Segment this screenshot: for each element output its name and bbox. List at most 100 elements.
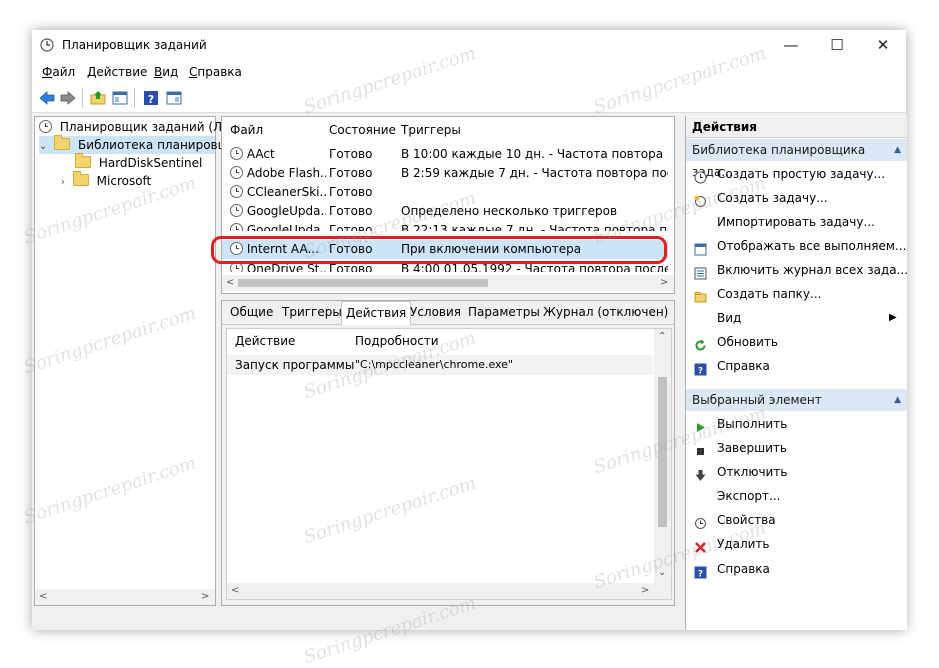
minimize-button[interactable]: — [768,30,814,60]
tab-journal[interactable]: Журнал (отключен) [539,301,672,323]
menu-help[interactable]: Справка [189,65,242,79]
tab-general[interactable]: Общие [226,301,277,323]
clock-icon [40,38,54,52]
action-create-simple-task[interactable]: Создать простую задачу... [686,162,907,186]
scroll-left-icon[interactable]: < [226,277,234,288]
collapse-up-icon[interactable]: ▲ [894,389,901,411]
action-view[interactable]: Вид ▶ [686,306,907,330]
action-delete[interactable]: Удалить [686,532,907,556]
close-button[interactable]: ✕ [860,30,906,60]
show-hide-pane-icon[interactable] [111,89,129,107]
action-end[interactable]: Завершить [686,436,907,460]
actions-list-horizontal-scrollbar[interactable]: < > [227,583,671,599]
tab-parameters[interactable]: Параметры [464,301,544,323]
menu-bar: Файл Действие Вид Справка [32,60,906,84]
help-icon: ? [694,360,707,377]
action-show-running[interactable]: Отображать все выполняем... [686,234,907,258]
column-header-state[interactable]: Состояние [329,123,396,137]
journal-icon [694,264,707,280]
scroll-right-icon[interactable]: > [201,591,209,602]
running-tasks-icon [694,240,707,256]
chevron-down-icon[interactable]: ⌄ [39,141,47,152]
help-icon[interactable]: ? [142,89,160,107]
column-header-details[interactable]: Подробности [355,334,439,348]
maximize-button[interactable]: ☐ [814,30,860,60]
action-help[interactable]: ? Справка [686,354,907,378]
column-header-file[interactable]: Файл [230,123,263,137]
actions-pane: Действия Библиотека планировщика зада...… [685,116,908,630]
delete-icon [694,538,707,553]
table-row[interactable]: GoogleUpda... Готово В 22:13 каждые 7 дн… [222,221,668,231]
action-import-task[interactable]: Импортировать задачу... [686,210,907,234]
task-details: Общие Триггеры Действия Условия Параметр… [221,300,675,606]
svg-text:?: ? [698,570,703,580]
tree-item-harddisksentinel[interactable]: HardDiskSentinel [75,153,202,172]
section-library[interactable]: Библиотека планировщика зада... ▲ [686,139,907,179]
scroll-right-icon[interactable]: > [641,585,649,596]
help-icon: ? [694,563,707,580]
scroll-left-icon[interactable]: < [39,591,47,602]
chevron-right-icon[interactable]: › [61,177,65,188]
action-properties[interactable]: Свойства [686,508,907,532]
collapse-up-icon[interactable]: ▲ [894,139,901,161]
clock-icon [39,120,52,133]
scroll-right-icon[interactable]: > [660,277,668,288]
scroll-left-icon[interactable]: < [231,585,239,596]
table-row[interactable]: Запуск программы "C:\mpccleaner\chrome.e… [227,355,653,375]
table-row[interactable]: Adobe Flash... Готово В 2:59 каждые 7 дн… [222,164,668,183]
menu-action[interactable]: Действие [87,65,147,79]
detail-tabs: Общие Триггеры Действия Условия Параметр… [222,301,674,325]
svg-text:?: ? [698,367,703,377]
action-disable[interactable]: Отключить [686,460,907,484]
action-create-task[interactable]: Создать задачу... [686,186,907,210]
submenu-arrow-icon: ▶ [889,312,897,323]
scroll-down-icon[interactable]: ⌄ [658,567,666,578]
folder-icon [72,171,89,186]
stop-icon [694,442,707,455]
navigation-tree: Планировщик заданий (Лок ⌄ Библиотека пл… [34,116,237,606]
clock-icon [230,185,243,198]
column-header-triggers[interactable]: Триггеры [401,123,461,137]
action-create-folder[interactable]: Создать папку... [686,282,907,306]
column-header-action[interactable]: Действие [235,334,295,348]
actions-list-vertical-scrollbar[interactable]: ⌃ ⌄ [654,329,671,583]
show-hide-action-pane-icon[interactable] [165,89,183,107]
scroll-thumb[interactable] [658,377,667,527]
actions-pane-title: Действия [686,116,907,138]
action-export[interactable]: Экспорт... [686,484,907,508]
menu-file[interactable]: Файл [42,65,75,79]
action-refresh[interactable]: Обновить [686,330,907,354]
tree-horizontal-scrollbar[interactable]: < > [35,589,215,605]
table-row[interactable]: CCleanerSki... Готово [222,183,668,202]
back-arrow-icon[interactable] [38,89,56,107]
properties-icon [694,514,707,529]
tree-root[interactable]: Планировщик заданий (Лок [39,118,237,136]
folder-icon [54,135,71,150]
disable-icon [694,466,707,481]
tree-library[interactable]: ⌄ Библиотека планировщ [39,135,229,154]
forward-arrow-icon[interactable] [59,89,77,107]
scroll-up-icon[interactable]: ⌃ [658,331,666,342]
section-selected-item[interactable]: Выбранный элемент ▲ [686,389,907,411]
tab-conditions[interactable]: Условия [406,301,465,323]
menu-view[interactable]: Вид [154,65,178,79]
action-run[interactable]: Выполнить [686,412,907,436]
clock-icon [230,166,243,179]
table-row[interactable]: AAct Готово В 10:00 каждые 10 дн. - Част… [222,145,668,164]
new-folder-icon [694,288,707,303]
task-list: Файл Состояние Триггеры AAct Готово В 10… [221,116,675,294]
table-row[interactable]: GoogleUpda... Готово Определено нескольк… [222,202,668,221]
title-bar: Планировщик заданий — ☐ ✕ [32,30,906,60]
svg-text:?: ? [148,93,154,106]
up-folder-icon[interactable] [89,89,107,107]
action-enable-journal[interactable]: Включить журнал всех зада... [686,258,908,282]
scroll-thumb[interactable] [238,279,488,287]
task-list-horizontal-scrollbar[interactable]: < > [222,275,674,291]
tree-item-microsoft[interactable]: › Microsoft [61,171,151,190]
tab-actions[interactable]: Действия [341,301,412,325]
action-help-selected[interactable]: ? Справка [686,557,907,581]
tab-triggers[interactable]: Триггеры [278,301,346,323]
run-icon [694,418,707,432]
clock-icon [230,147,243,160]
toolbar-separator [82,88,83,108]
